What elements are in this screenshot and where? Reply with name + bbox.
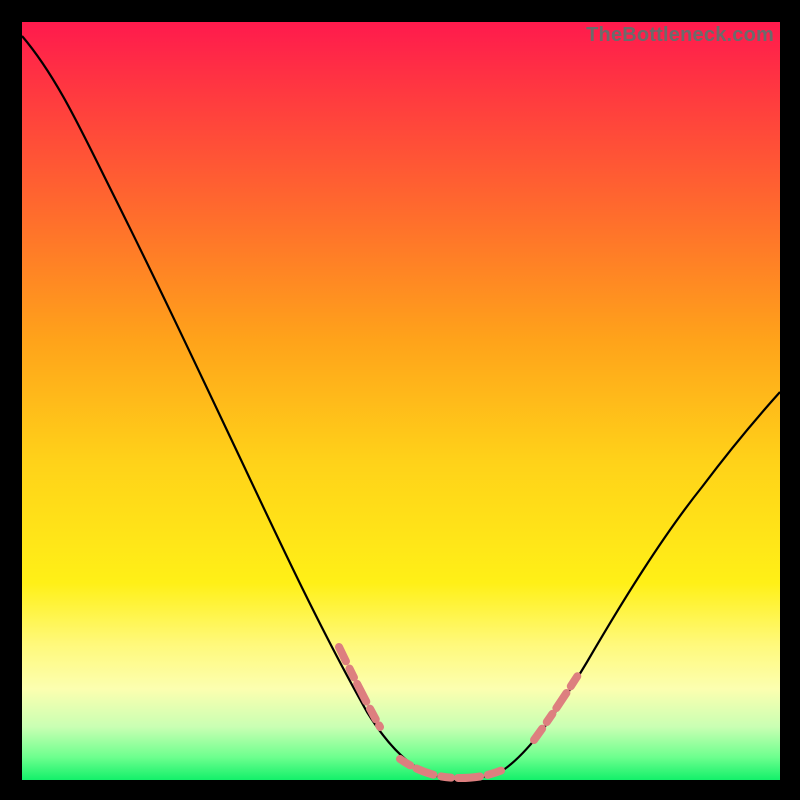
bottleneck-curve [22,22,780,780]
curve-path [22,36,780,778]
chart-frame: TheBottleneck.com [0,0,800,800]
plot-area: TheBottleneck.com [22,22,780,780]
highlight-left [339,647,380,727]
highlight-bottom [400,759,507,778]
highlight-right [534,672,580,740]
